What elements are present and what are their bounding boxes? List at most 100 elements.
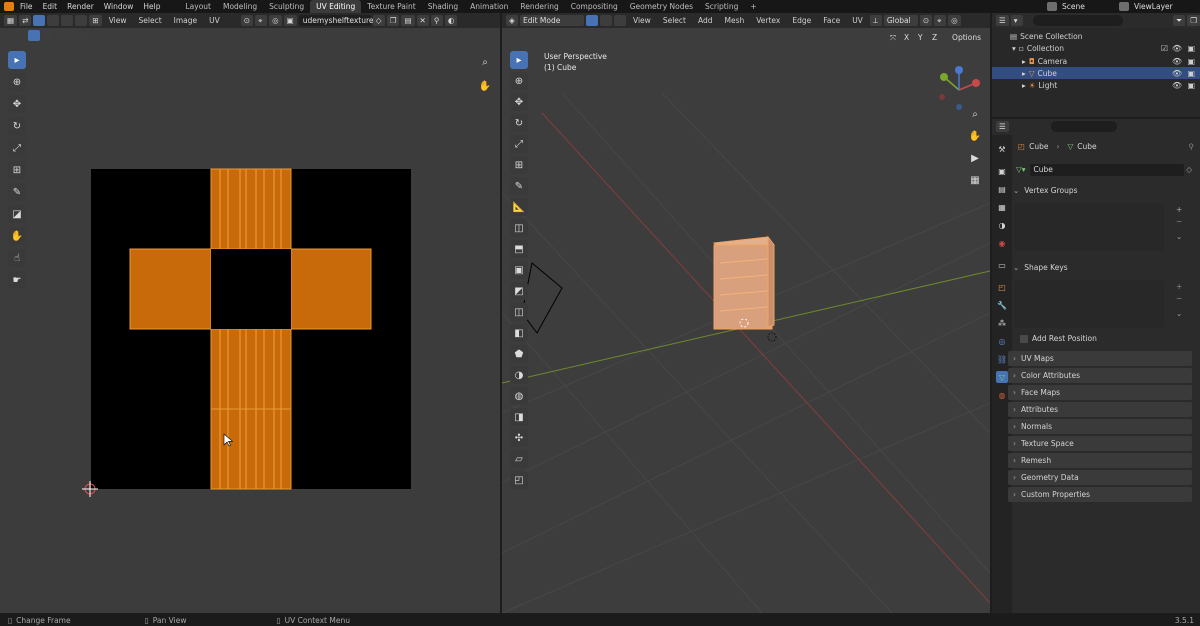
vp-menu-add[interactable]: Add: [693, 16, 718, 25]
zoom-icon[interactable]: ⌕: [476, 53, 494, 71]
vertex-group-add-icon[interactable]: +: [1176, 205, 1182, 214]
vp-menu-view[interactable]: View: [628, 16, 656, 25]
add-rest-position-checkbox[interactable]: [1020, 334, 1028, 343]
panel-vertex-groups[interactable]: ⌄ Vertex Groups: [1008, 183, 1192, 198]
tab-compositing[interactable]: Compositing: [565, 0, 624, 13]
vp-knife-tool-icon[interactable]: ◧: [510, 324, 528, 342]
menu-help[interactable]: Help: [138, 2, 165, 11]
uv-menu-select[interactable]: Select: [134, 16, 167, 25]
vp-camera-view-icon[interactable]: ▶: [966, 149, 984, 167]
tab-layout[interactable]: Layout: [179, 0, 217, 13]
face-select-icon[interactable]: [614, 15, 626, 26]
material-tab-icon[interactable]: ◍: [996, 389, 1008, 401]
menu-render[interactable]: Render: [62, 2, 99, 11]
select-mode-island[interactable]: [75, 15, 88, 26]
light-render-icon[interactable]: ▣: [1187, 81, 1195, 90]
outliner-display-mode-icon[interactable]: ▾: [1010, 15, 1023, 26]
light-visibility-icon[interactable]: 👁: [1172, 81, 1182, 90]
shape-key-add-icon[interactable]: +: [1176, 282, 1182, 291]
panel-color-attributes[interactable]: › Color Attributes: [1008, 368, 1192, 383]
uv-menu-image[interactable]: Image: [169, 16, 203, 25]
vp-loop-cut-tool-icon[interactable]: ◫: [510, 303, 528, 321]
shape-keys-list[interactable]: [1014, 280, 1164, 328]
vertex-group-remove-icon[interactable]: −: [1176, 217, 1182, 226]
expand-icon[interactable]: ▸: [1022, 69, 1026, 78]
add-workspace-button[interactable]: +: [744, 0, 762, 13]
viewport-editor-type-icon[interactable]: ◈: [506, 15, 518, 26]
panel-remesh[interactable]: › Remesh: [1008, 453, 1192, 468]
uv-sync-icon[interactable]: ⇄: [19, 15, 32, 26]
mesh-browse-icon[interactable]: ▽▾: [1016, 165, 1026, 174]
vp-menu-face[interactable]: Face: [818, 16, 845, 25]
vp-rip-tool-icon[interactable]: ◰: [510, 471, 528, 489]
uv-select-subtract-icon[interactable]: [56, 30, 68, 41]
outliner[interactable]: ☰ ▾ ⏷ ❐ ▤ Scene Collection ▾ ▫ Collectio…: [992, 13, 1200, 117]
world-tab-icon[interactable]: ◉: [996, 237, 1008, 249]
display-channels-icon[interactable]: ◐: [444, 15, 458, 26]
vp-transform-tool-icon[interactable]: ⊞: [510, 156, 528, 174]
blender-logo-icon[interactable]: [4, 2, 14, 11]
edge-select-icon[interactable]: [600, 15, 612, 26]
mirror-x[interactable]: X: [901, 32, 914, 43]
vp-extrude-tool-icon[interactable]: ⬒: [510, 240, 528, 258]
tab-scripting[interactable]: Scripting: [699, 0, 744, 13]
uv-canvas[interactable]: [0, 13, 500, 613]
rip-tool-icon[interactable]: ◪: [8, 205, 26, 223]
orientation-icon[interactable]: ⟂: [869, 15, 882, 26]
scene-tab-icon[interactable]: ◑: [996, 219, 1008, 231]
vp-smooth-tool-icon[interactable]: ◍: [510, 387, 528, 405]
properties-editor[interactable]: ☰ ⚒ ▣ ▤ ▦ ◑ ◉ ▭ ◰ 🔧 ⁂ ◎ ⛓ ▽ ◍ ◰ Cube › ▽…: [992, 119, 1200, 613]
mesh-name-field[interactable]: Cube: [1029, 163, 1185, 176]
cube-shelf-object[interactable]: [713, 235, 775, 330]
camera-render-icon[interactable]: ▣: [1187, 57, 1195, 66]
expand-icon[interactable]: ▸: [1022, 81, 1026, 90]
output-tab-icon[interactable]: ▤: [996, 183, 1008, 195]
snapping-icon[interactable]: ⌖: [934, 15, 947, 26]
vp-zoom-icon[interactable]: ⌕: [966, 105, 984, 123]
vp-move-tool-icon[interactable]: ✥: [510, 93, 528, 111]
vp-cursor-tool-icon[interactable]: ⊕: [510, 72, 528, 90]
outliner-item-light[interactable]: ▸ ☀ Light 👁 ▣: [992, 79, 1200, 91]
view-layer-name[interactable]: ViewLayer: [1130, 2, 1200, 11]
vertex-group-menu-icon[interactable]: ⌄: [1176, 232, 1182, 241]
vp-select-tool-icon[interactable]: ▸: [510, 51, 528, 69]
pivot-point-icon[interactable]: ⊙: [919, 15, 933, 26]
orientation-dropdown[interactable]: Global: [883, 15, 918, 26]
panel-normals[interactable]: › Normals: [1008, 419, 1192, 434]
render-tab-icon[interactable]: ▣: [996, 165, 1008, 177]
particles-tab-icon[interactable]: ⁂: [996, 317, 1008, 329]
outliner-search-field[interactable]: [1032, 15, 1123, 26]
select-mode-edge[interactable]: [47, 15, 60, 26]
vp-bevel-tool-icon[interactable]: ◩: [510, 282, 528, 300]
pinch-tool-icon[interactable]: ☛: [8, 271, 26, 289]
open-image-icon[interactable]: ▤: [401, 15, 415, 26]
panel-face-maps[interactable]: › Face Maps: [1008, 385, 1192, 400]
image-name-field[interactable]: udemyshelftexture: [298, 15, 374, 26]
uv-menu-uv[interactable]: UV: [204, 16, 225, 25]
object-tab-icon[interactable]: ◰: [996, 281, 1008, 293]
tab-sculpting[interactable]: Sculpting: [263, 0, 310, 13]
outliner-item-camera[interactable]: ▸ ◘ Camera 👁 ▣: [992, 55, 1200, 67]
properties-search-field[interactable]: [1050, 121, 1117, 132]
panel-uv-maps[interactable]: › UV Maps: [1008, 351, 1192, 366]
vp-menu-mesh[interactable]: Mesh: [719, 16, 749, 25]
vp-menu-edge[interactable]: Edge: [787, 16, 816, 25]
shape-key-menu-icon[interactable]: ⌄: [1176, 309, 1182, 318]
grab-tool-icon[interactable]: ✋: [8, 227, 26, 245]
editor-type-icon[interactable]: ▦: [4, 15, 18, 26]
physics-tab-icon[interactable]: ◎: [996, 335, 1008, 347]
uv-menu-view[interactable]: View: [104, 16, 132, 25]
cube-visibility-icon[interactable]: 👁: [1172, 69, 1182, 78]
panel-custom-properties[interactable]: › Custom Properties: [1008, 487, 1192, 502]
vp-poly-build-tool-icon[interactable]: ⬟: [510, 345, 528, 363]
vp-menu-uv[interactable]: UV: [847, 16, 868, 25]
vp-measure-tool-icon[interactable]: 📐: [510, 198, 528, 216]
vp-scale-tool-icon[interactable]: ⤢: [510, 135, 528, 153]
expand-icon[interactable]: ▸: [1022, 57, 1026, 66]
vp-edge-slide-tool-icon[interactable]: ◨: [510, 408, 528, 426]
collection-tab-icon[interactable]: ▭: [996, 259, 1008, 271]
vp-pan-icon[interactable]: ✋: [966, 127, 984, 145]
sticky-mode-icon[interactable]: ⊞: [89, 15, 102, 26]
menu-window[interactable]: Window: [99, 2, 139, 11]
3d-viewport[interactable]: ◈ Edit Mode View Select Add Mesh Vertex …: [502, 13, 990, 613]
